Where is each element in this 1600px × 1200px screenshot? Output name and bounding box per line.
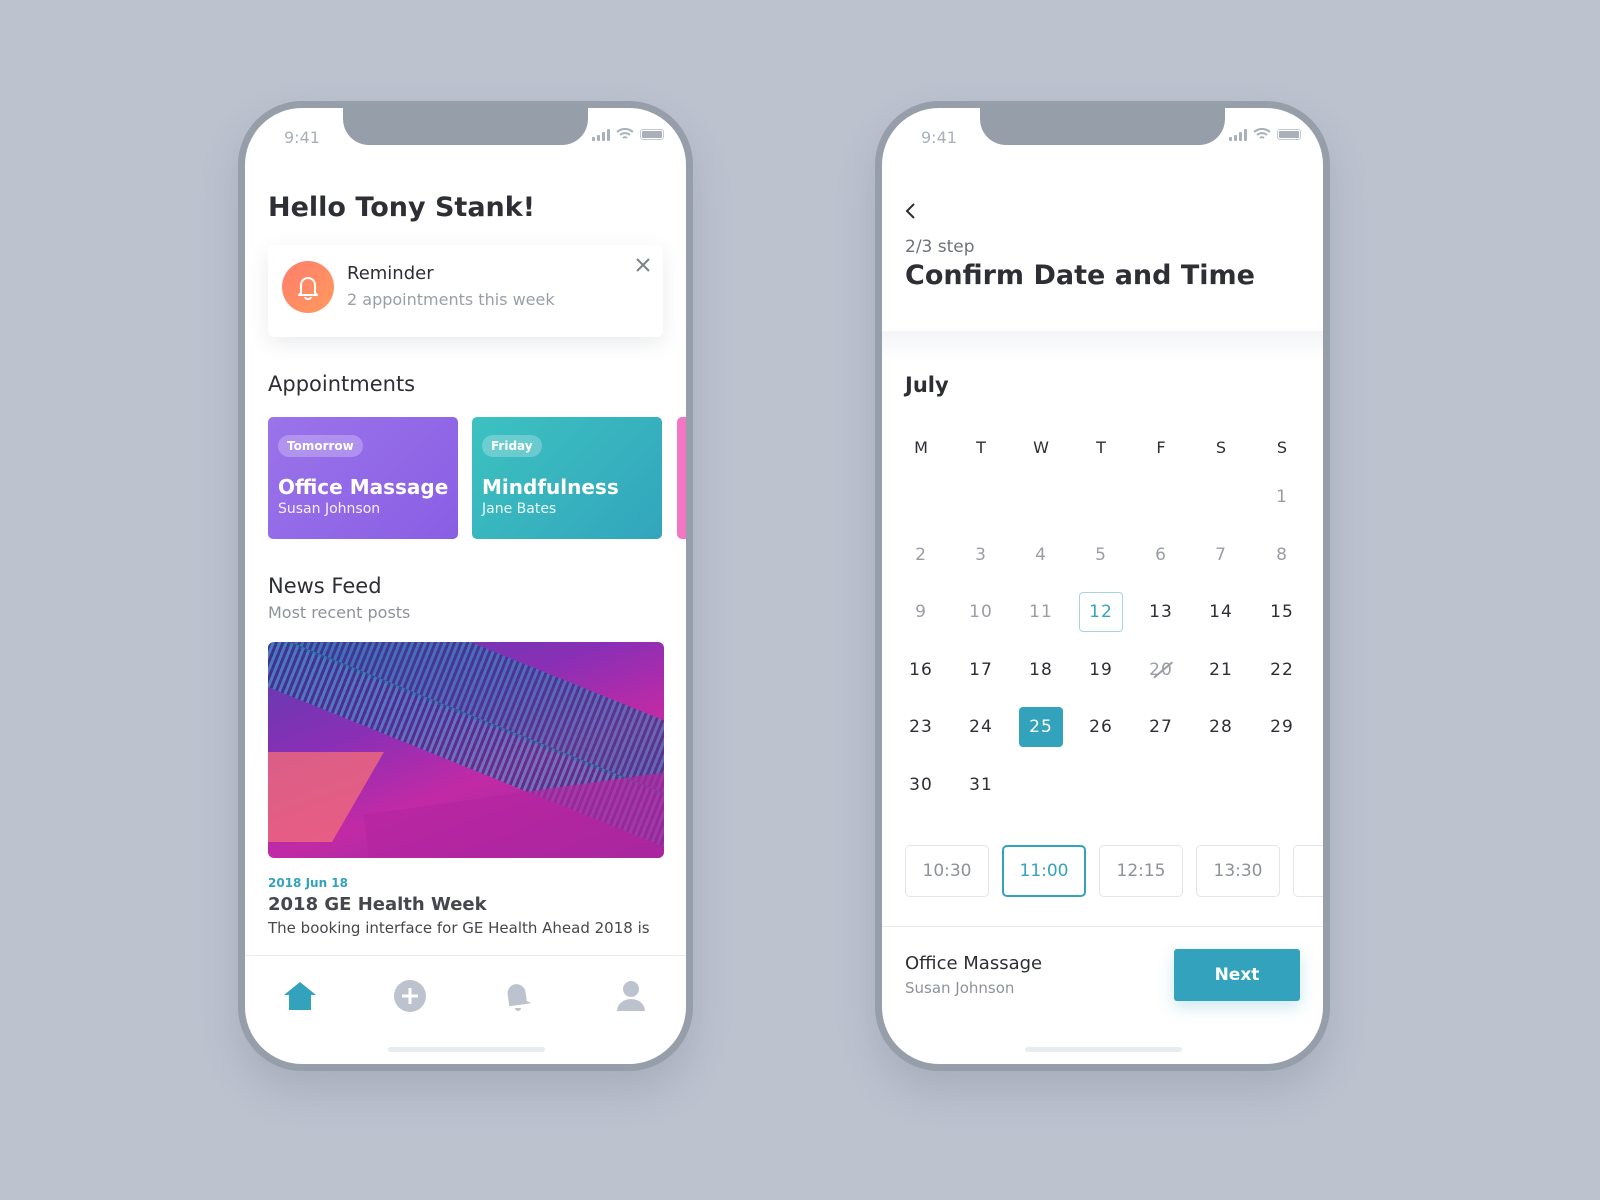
appointment-title: Mindfulness [482,475,619,499]
calendar-day[interactable]: 26 [1079,707,1123,747]
home-screen-phone: 9:41 Hello Tony Stank! Reminder 2 appoin… [238,101,693,1071]
status-icons [592,128,664,141]
appointment-card[interactable]: Friday Mindfulness Jane Bates [472,417,662,539]
close-icon[interactable] [636,258,650,272]
news-post-excerpt: The booking interface for GE Health Ahea… [268,919,650,937]
signal-icon [592,128,610,141]
news-post-image[interactable] [268,642,664,858]
calendar-day[interactable]: 28 [1199,707,1243,747]
tab-profile[interactable] [611,976,651,1016]
booking-screen-phone: 9:41 2/3 step Confirm Date and Time July… [875,101,1330,1071]
time-slot[interactable]: 10 [1293,845,1323,897]
profile-icon [617,981,645,1011]
calendar-day[interactable]: 27 [1139,707,1183,747]
appointment-card-peek[interactable] [677,417,686,539]
calendar-day[interactable]: 13 [1139,592,1183,632]
calendar-day[interactable]: 23 [899,707,943,747]
weekday-header: W [1033,438,1049,457]
notch [343,108,588,145]
calendar-day: 6 [1155,544,1167,565]
tab-home[interactable] [280,976,320,1016]
time-slot[interactable]: 13:30 [1196,845,1280,897]
next-button[interactable]: Next [1174,949,1300,1001]
summary-service: Office Massage [905,953,1043,974]
appointment-person: Susan Johnson [278,501,381,517]
weekday-header: T [976,438,986,457]
reminder-card[interactable]: Reminder 2 appointments this week [268,245,663,337]
page-title: Confirm Date and Time [905,260,1255,291]
greeting-title: Hello Tony Stank! [268,192,536,223]
wifi-icon [1253,128,1271,139]
calendar-day: 9 [915,602,927,623]
tab-add[interactable] [390,976,430,1016]
weekday-header: S [1215,438,1227,457]
battery-icon [1277,129,1301,140]
appointment-title: Office Massage [278,475,449,499]
calendar-day: 11 [1029,602,1053,623]
status-time: 9:41 [921,128,957,147]
calendar-day[interactable]: 12 [1079,592,1123,633]
status-icons [1229,128,1301,141]
calendar-day[interactable]: 31 [959,765,1003,805]
bell-icon [282,261,334,313]
signal-icon [1229,128,1247,141]
wifi-icon [616,128,634,139]
calendar-day: 2 [915,544,927,565]
battery-icon [640,129,664,140]
calendar-day: 5 [1095,544,1107,565]
bell-icon [507,984,532,1011]
weekday-header: T [1096,438,1106,457]
calendar-day[interactable]: 29 [1260,707,1304,747]
footer-divider [882,926,1323,927]
calendar-day[interactable]: 21 [1199,650,1243,690]
calendar-day[interactable]: 19 [1079,650,1123,690]
calendar-day: 3 [975,544,987,565]
tab-notifications[interactable] [498,976,538,1016]
reminder-subtitle: 2 appointments this week [347,290,555,309]
step-indicator: 2/3 step [905,237,975,257]
news-subheading: Most recent posts [268,603,411,622]
news-heading: News Feed [268,574,382,598]
news-post-title[interactable]: 2018 GE Health Week [268,894,487,915]
summary-person: Susan Johnson [905,979,1015,997]
tabbar-divider [245,955,686,956]
calendar-day[interactable]: 17 [959,650,1003,690]
calendar-day[interactable]: 14 [1199,592,1243,632]
weekday-header: M [914,438,928,457]
weekday-header: F [1156,438,1166,457]
calendar-day: 1 [1276,487,1288,507]
time-slot[interactable]: 11:00 [1002,845,1086,897]
home-icon [284,982,316,1010]
calendar-day: 8 [1276,544,1288,565]
time-slot[interactable]: 10:30 [905,845,989,897]
calendar-day[interactable]: 30 [899,765,943,805]
add-icon [394,980,426,1012]
news-post-date: 2018 Jun 18 [268,876,349,890]
home-indicator [388,1047,545,1052]
home-indicator [1025,1047,1182,1052]
calendar-day[interactable]: 16 [899,650,943,690]
back-chevron-icon[interactable] [904,202,918,220]
calendar-day: 10 [969,602,993,623]
calendar-day[interactable]: 24 [959,707,1003,747]
appointment-person: Jane Bates [482,501,557,517]
calendar-day[interactable]: 25 [1019,707,1063,748]
calendar-day: 7 [1215,544,1227,565]
appointment-card[interactable]: Tomorrow Office Massage Susan Johnson [268,417,458,539]
calendar-day: 20 [1139,650,1183,690]
header-divider [882,331,1323,361]
month-label: July [905,373,949,397]
appointment-badge: Friday [482,435,542,457]
calendar-day[interactable]: 22 [1260,650,1304,690]
calendar-day: 4 [1035,544,1047,565]
weekday-header: S [1276,438,1288,457]
appointment-badge: Tomorrow [278,435,363,457]
status-time: 9:41 [284,128,320,147]
calendar-day[interactable]: 18 [1019,650,1063,690]
calendar-day[interactable]: 15 [1260,592,1304,632]
reminder-title: Reminder [347,263,434,284]
time-slot[interactable]: 12:15 [1099,845,1183,897]
appointments-heading: Appointments [268,372,416,396]
notch [980,108,1225,145]
